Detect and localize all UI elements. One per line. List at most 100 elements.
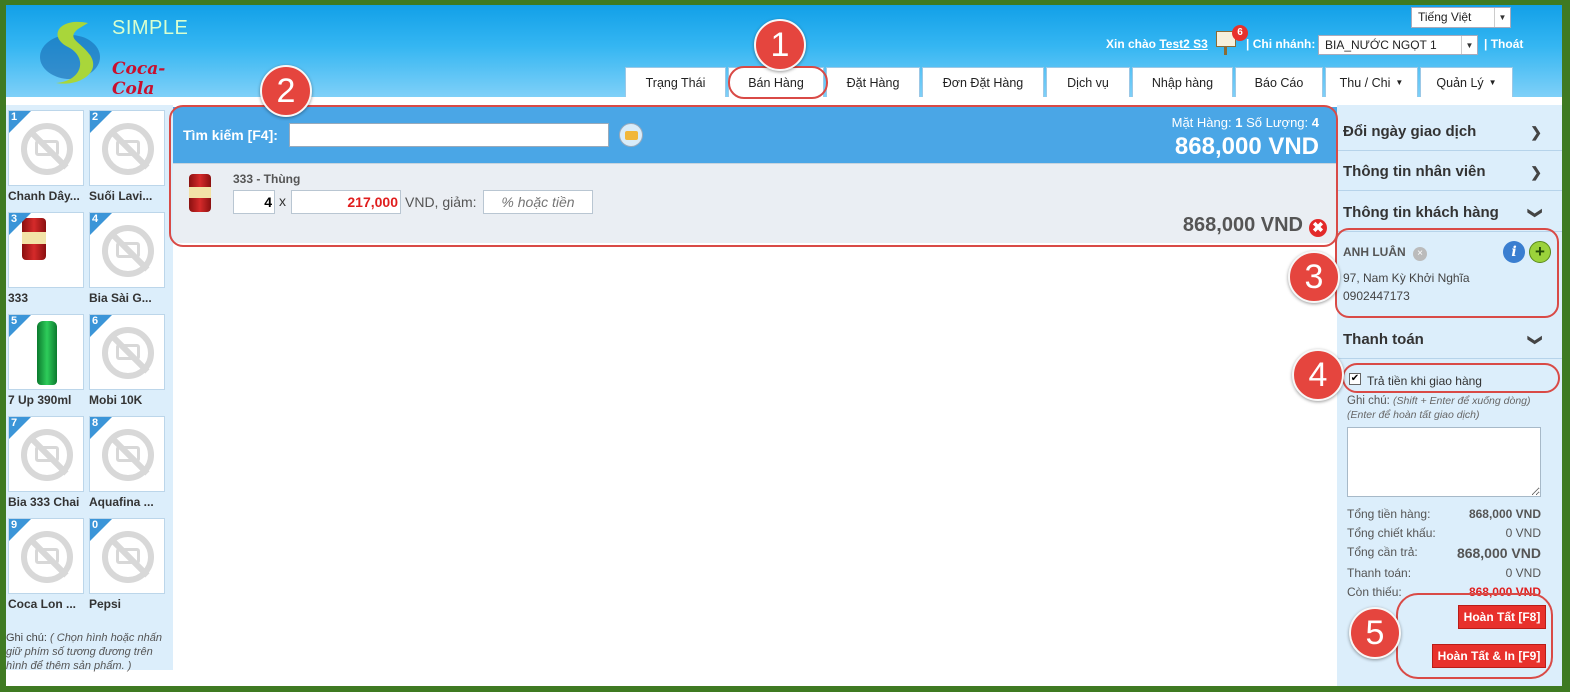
product-thumb: 4	[89, 212, 165, 288]
tab-label: Thu / Chi	[1339, 75, 1391, 90]
product-name: Mobi 10K	[89, 393, 143, 407]
section-payment[interactable]: Thanh toán ❯	[1337, 321, 1562, 359]
chevron-down-icon: ▼	[1494, 8, 1510, 27]
tab-label: Dịch vụ	[1067, 75, 1109, 90]
branch-value: BIA_NƯỚC NGỌT 1	[1325, 38, 1437, 52]
product-tile[interactable]: 7 Bia 333 Chai	[8, 416, 86, 509]
notice-board-stand	[1224, 47, 1227, 55]
tab-trang-thai[interactable]: Trạng Thái	[625, 67, 726, 97]
logo[interactable]: SIMPLE Coca-Cola	[26, 15, 188, 99]
tab-label: Đơn Đặt Hàng	[942, 75, 1024, 90]
product-name: 333	[8, 291, 29, 305]
section-label: Thông tin nhân viên	[1343, 163, 1486, 180]
product-name: Chanh Dây...	[8, 189, 80, 203]
product-number: 4	[92, 213, 99, 225]
logout-link[interactable]: | Thoát	[1484, 37, 1523, 51]
product-thumb: 6	[89, 314, 165, 390]
tab-nhap-hang[interactable]: Nhập hàng	[1132, 67, 1233, 97]
product-thumb: 0	[89, 518, 165, 594]
product-number: 7	[11, 417, 18, 429]
summary-value: 868,000 VND	[1456, 545, 1541, 561]
product-name: Bia Sài G...	[89, 291, 152, 305]
language-value: Tiếng Việt	[1418, 10, 1472, 24]
step-marker: 5	[1349, 607, 1401, 659]
greeting-prefix: Xin chào	[1106, 37, 1157, 51]
product-tile[interactable]: 1 Chanh Dây...	[8, 110, 86, 203]
highlight-ring	[1342, 363, 1560, 393]
summary-row: Tổng tiền hàng: 868,000 VND	[1347, 507, 1541, 521]
summary-row: Tổng cần trả: 868,000 VND	[1347, 545, 1541, 561]
step-marker: 3	[1288, 251, 1340, 303]
section-label: Thông tin khách hàng	[1343, 204, 1499, 221]
product-number: 3	[11, 213, 18, 225]
product-thumb: 9	[8, 518, 84, 594]
section-staff-info[interactable]: Thông tin nhân viên ❯	[1337, 153, 1562, 191]
product-number: 5	[11, 315, 18, 327]
product-tile[interactable]: 5 7 Up 390ml	[8, 314, 86, 407]
product-panel-note: Ghi chú: ( Chọn hình hoặc nhấn giữ phím …	[6, 631, 172, 673]
product-number: 2	[92, 111, 99, 123]
product-thumb: 8	[89, 416, 165, 492]
app-frame: SIMPLE Coca-Cola Tiếng Việt ▼ Xin chào T…	[6, 5, 1562, 686]
tab-thu-chi[interactable]: Thu / Chi ▼	[1325, 67, 1418, 97]
product-tile[interactable]: 8 Aquafina ...	[89, 416, 167, 509]
note-label-text: Ghi chú:	[1347, 395, 1390, 407]
payment-note-textarea[interactable]	[1347, 427, 1541, 497]
product-name: 7 Up 390ml	[8, 393, 72, 407]
chevron-right-icon: ❯	[1530, 164, 1542, 180]
product-number: 6	[92, 315, 99, 327]
tab-don-dat-hang[interactable]: Đơn Đặt Hàng	[922, 67, 1044, 97]
tab-label: Báo Cáo	[1254, 75, 1304, 90]
chevron-right-icon: ❯	[1530, 124, 1542, 140]
tab-dat-hang[interactable]: Đặt Hàng	[826, 67, 920, 97]
summary-label: Tổng cần trả:	[1347, 545, 1418, 559]
language-select[interactable]: Tiếng Việt ▼	[1411, 7, 1511, 28]
summary-value: 0 VND	[1505, 526, 1541, 540]
tab-label: Nhập hàng	[1151, 75, 1214, 90]
summary-row: Tổng chiết khấu: 0 VND	[1347, 526, 1541, 540]
product-tile[interactable]: 9 Coca Lon ...	[8, 518, 86, 611]
tab-quan-ly[interactable]: Quản Lý ▼	[1420, 67, 1513, 97]
product-thumb: 2	[89, 110, 165, 186]
greeting: Xin chào Test2 S3	[1106, 37, 1208, 51]
user-link[interactable]: Test2 S3	[1159, 37, 1207, 51]
step-marker: 4	[1292, 349, 1344, 401]
caret-down-icon: ▼	[1395, 78, 1404, 87]
section-label: Thanh toán	[1343, 331, 1424, 348]
logo-s-icon	[40, 21, 100, 84]
soda-bottle-icon	[37, 321, 57, 385]
summary-label: Còn thiếu:	[1347, 585, 1402, 599]
product-thumb: 3	[8, 212, 84, 288]
section-customer-info[interactable]: Thông tin khách hàng ❯	[1337, 194, 1562, 232]
product-tile[interactable]: 0 Pepsi	[89, 518, 167, 611]
section-label: Đổi ngày giao dịch	[1343, 123, 1477, 140]
product-name: Aquafina ...	[89, 495, 154, 509]
product-name: Coca Lon ...	[8, 597, 77, 611]
summary-label: Thanh toán:	[1347, 566, 1412, 580]
step-marker: 2	[260, 65, 312, 117]
chevron-down-icon: ❯	[1528, 207, 1545, 219]
notification-button[interactable]: 6	[1214, 25, 1248, 55]
product-tile[interactable]: 2 Suối Lavi...	[89, 110, 167, 203]
chevron-down-icon: ❯	[1528, 334, 1545, 346]
summary-row: Thanh toán: 0 VND	[1347, 566, 1541, 580]
tab-bao-cao[interactable]: Báo Cáo	[1235, 67, 1323, 97]
chevron-down-icon: ▼	[1461, 36, 1477, 54]
product-name: Pepsi	[89, 597, 122, 611]
branch-select[interactable]: BIA_NƯỚC NGỌT 1 ▼	[1318, 35, 1478, 55]
section-change-date[interactable]: Đổi ngày giao dịch ❯	[1337, 113, 1562, 151]
branch-label-text: Chi nhánh:	[1252, 37, 1316, 51]
brand-logo: Coca-Cola	[112, 59, 166, 99]
product-tile[interactable]: 3 333	[8, 212, 86, 305]
summary-label: Tổng chiết khấu:	[1347, 526, 1436, 540]
tab-dich-vu[interactable]: Dịch vụ	[1046, 67, 1130, 97]
tab-label: Quản Lý	[1436, 75, 1484, 90]
note-label: Ghi chú:	[6, 632, 47, 644]
product-name: Bia 333 Chai	[8, 495, 80, 509]
product-tile[interactable]: 6 Mobi 10K	[89, 314, 167, 407]
product-number: 8	[92, 417, 99, 429]
product-number: 1	[11, 111, 18, 123]
summary-label: Tổng tiền hàng:	[1347, 507, 1431, 521]
product-tile[interactable]: 4 Bia Sài G...	[89, 212, 167, 305]
product-name: Suối Lavi...	[89, 189, 153, 203]
